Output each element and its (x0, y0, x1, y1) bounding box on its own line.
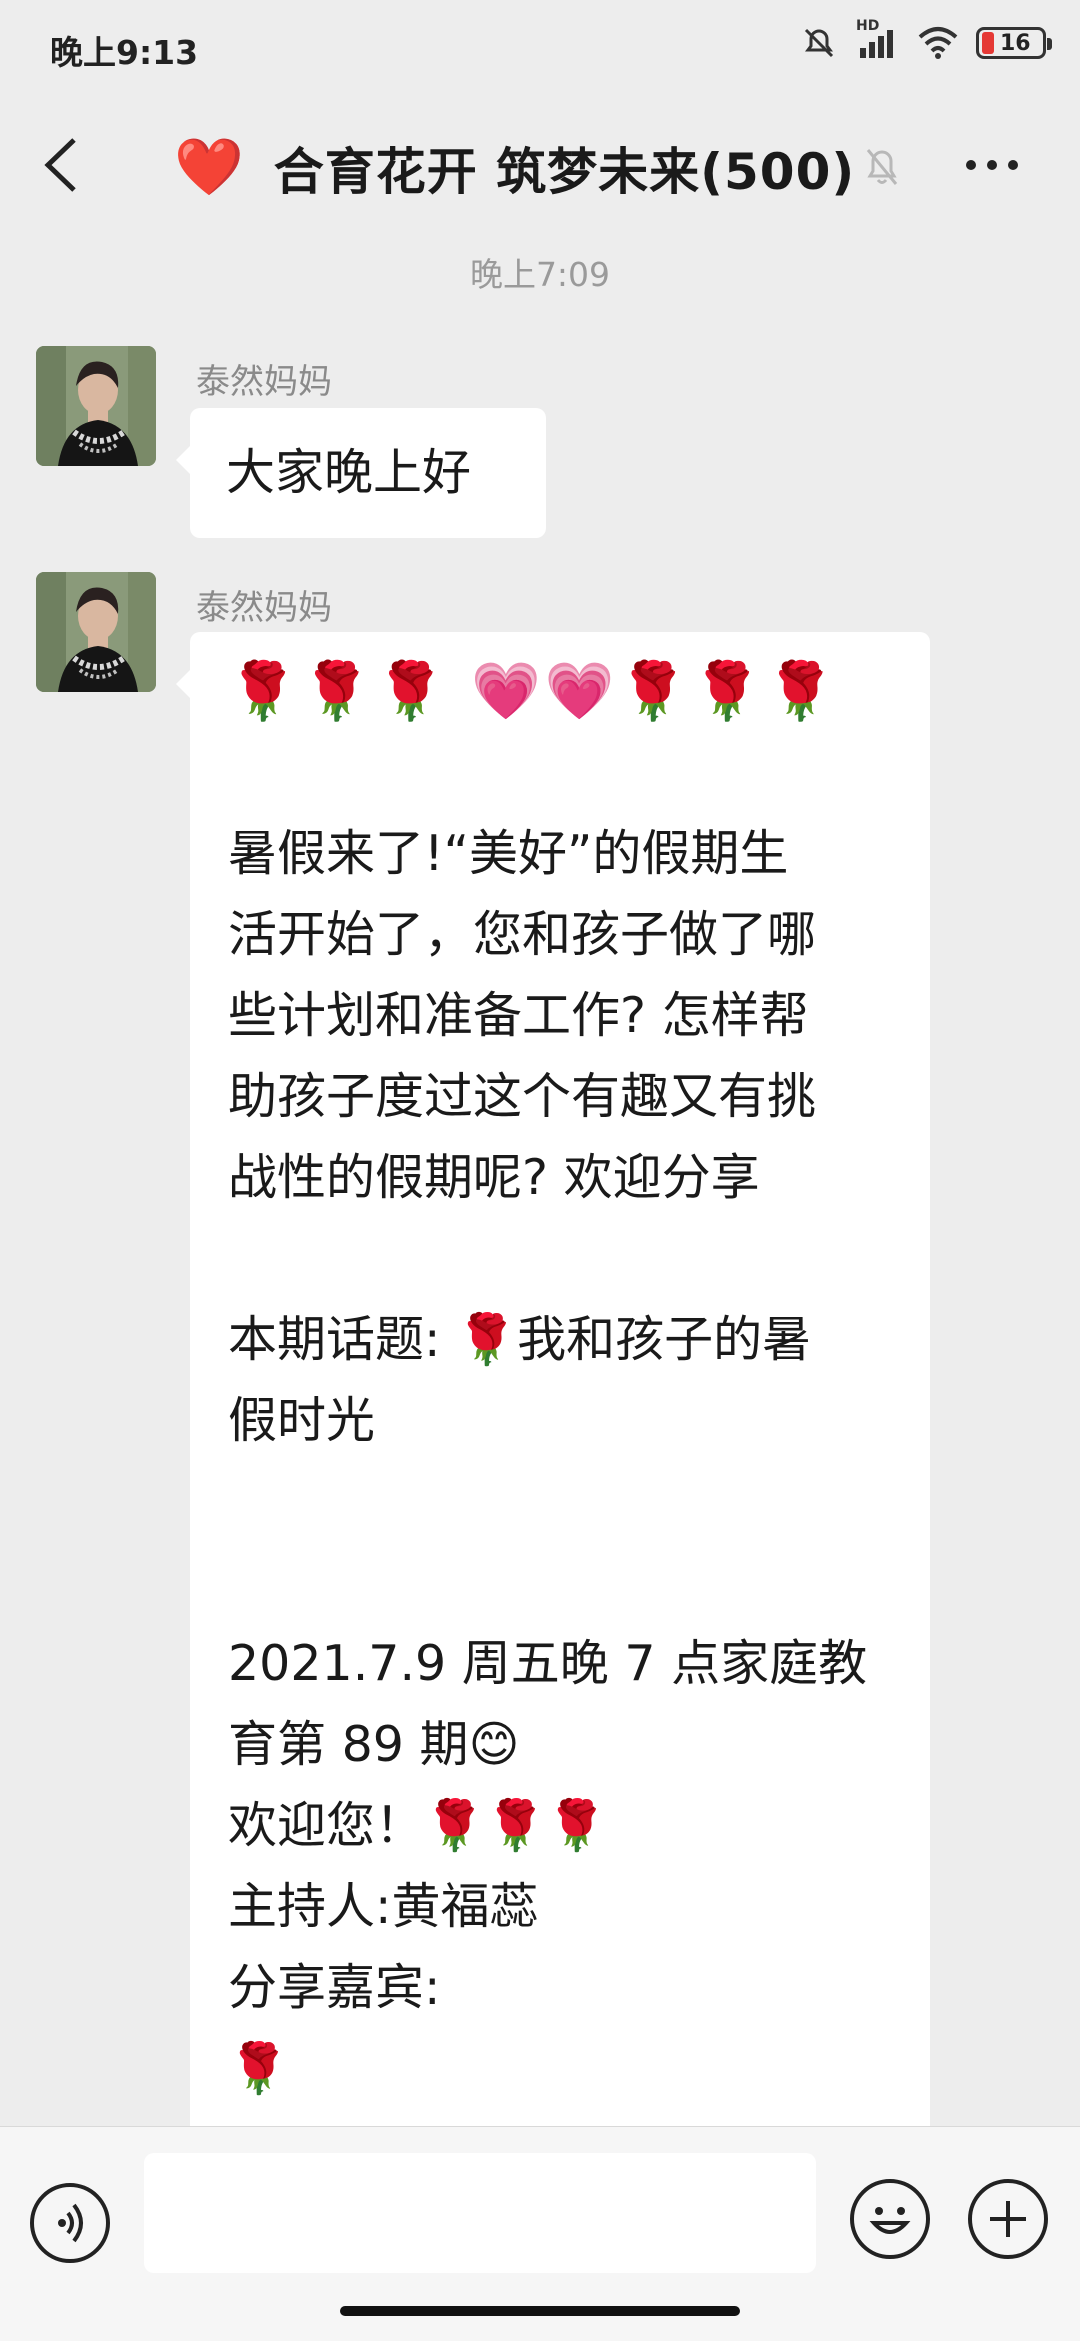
message-bubble[interactable]: 🌹🌹🌹 💗💗🌹🌹🌹 暑假来了!“美好”的假期生 活开始了，您和孩子做了哪 些计划… (176, 632, 930, 2192)
emoji-button[interactable] (850, 2179, 930, 2259)
avatar[interactable] (36, 346, 156, 466)
voice-button[interactable] (30, 2183, 110, 2263)
emoji-icon (869, 2207, 911, 2234)
back-icon[interactable] (38, 130, 84, 200)
status-icons: HD 16 (800, 18, 1052, 62)
avatar[interactable] (36, 572, 156, 692)
message-input[interactable] (144, 2153, 816, 2273)
emoji-line: 🌹🌹🌹 💗💗🌹🌹🌹 (228, 659, 840, 724)
message-timestamp: 晚上7:09 (469, 255, 611, 294)
message-bubble[interactable]: 大家晚上好 (176, 408, 546, 538)
sender-name: 泰然妈妈 (196, 588, 332, 628)
silent-icon (804, 28, 834, 58)
status-time: 晚上9:13 (50, 33, 199, 72)
title-heart-emoji: ❤️ (174, 135, 244, 200)
more-icon[interactable] (966, 160, 1018, 170)
battery-level: 16 (1000, 30, 1031, 56)
chat-title-wrap: ❤️ 合育花开 筑梦未来(500) (174, 132, 855, 204)
voice-icon (58, 2203, 83, 2243)
wifi-icon (918, 27, 958, 59)
mute-icon (866, 149, 898, 185)
sender-name: 泰然妈妈 (196, 362, 332, 402)
status-bar: 晚上9:13 HD 16 (0, 0, 1080, 96)
add-icon (990, 2201, 1026, 2237)
chat-title: 合育花开 筑梦未来(500) (273, 143, 856, 201)
battery-icon: 16 (976, 27, 1052, 59)
chat-header: ❤️ 合育花开 筑梦未来(500) (0, 96, 1080, 238)
signal-icon: HD (856, 18, 900, 62)
message-text: 大家晚上好 (226, 444, 472, 501)
home-indicator[interactable] (340, 2306, 740, 2316)
message-text: 暑假来了!“美好”的假期生 活开始了，您和孩子做了哪 些计划和准备工作? 怎样帮… (228, 825, 868, 2097)
add-button[interactable] (968, 2179, 1048, 2259)
